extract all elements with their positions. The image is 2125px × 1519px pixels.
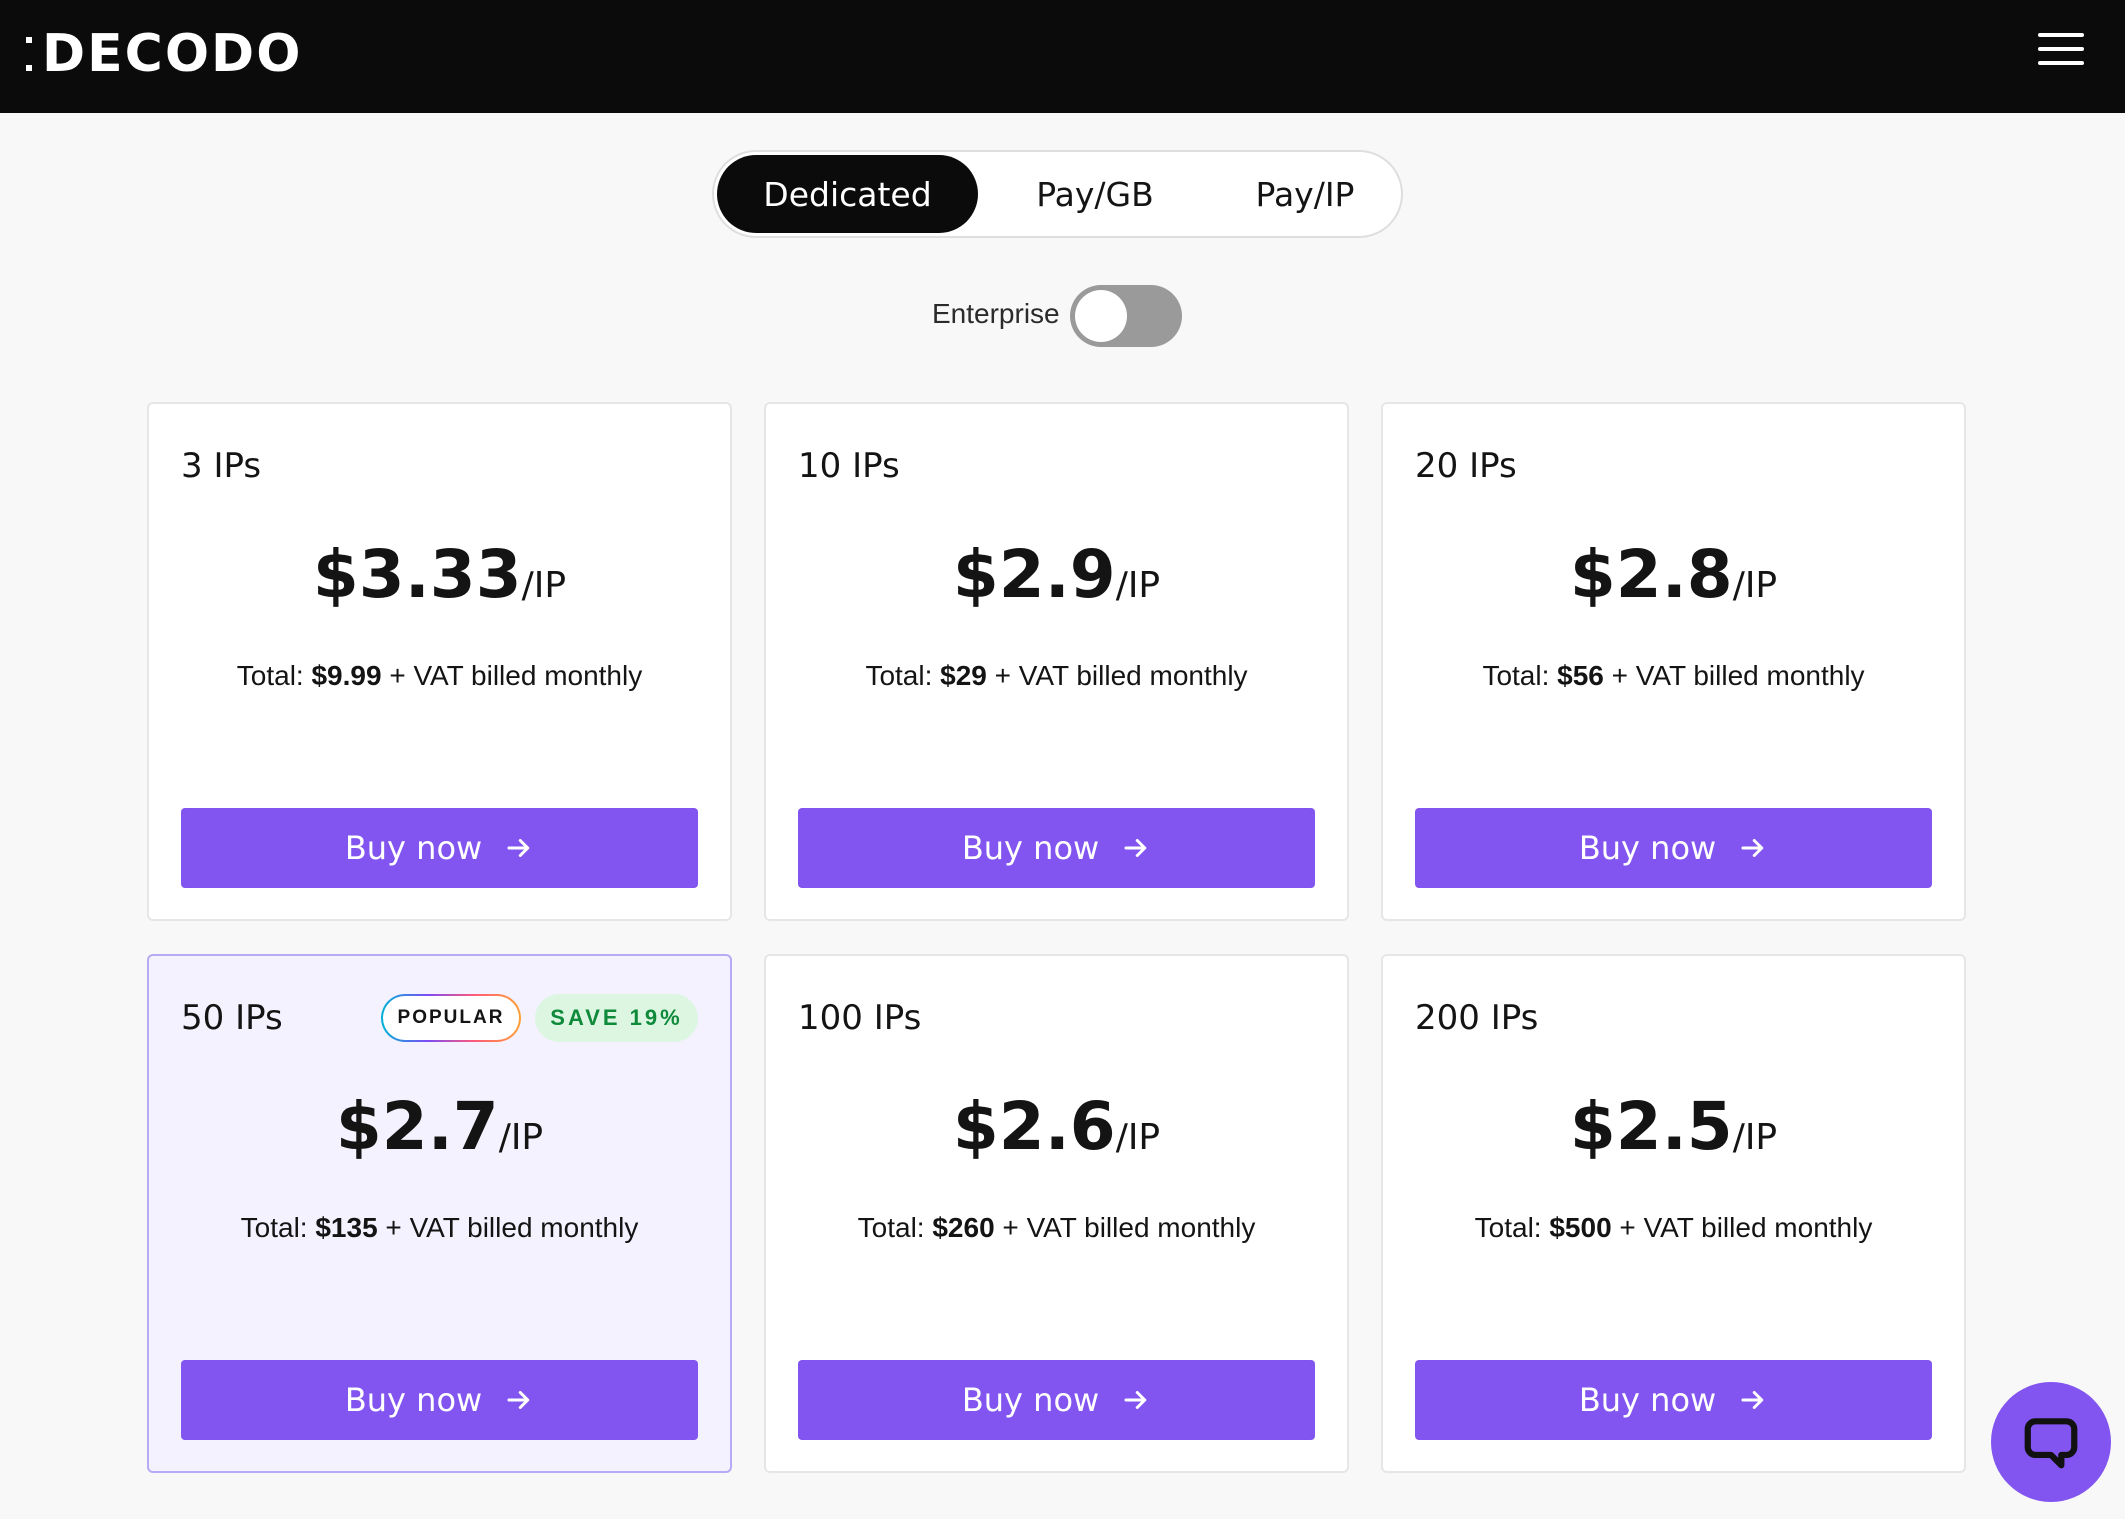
- top-navigation-bar: DECODO: [0, 0, 2125, 113]
- buy-now-label: Buy now: [344, 1381, 483, 1419]
- plan-price: $2.6/IP: [766, 1088, 1347, 1165]
- total-suffix: + VAT billed monthly: [986, 660, 1248, 691]
- total-amount: $9.99: [311, 660, 382, 691]
- price-amount: $3.33: [312, 536, 522, 613]
- price-unit: /IP: [1115, 565, 1161, 606]
- buy-now-label: Buy now: [344, 829, 483, 867]
- total-amount: $135: [315, 1212, 378, 1243]
- total-suffix: + VAT billed monthly: [994, 1212, 1256, 1243]
- total-amount: $29: [940, 660, 987, 691]
- total-suffix: + VAT billed monthly: [381, 660, 643, 691]
- buy-now-label: Buy now: [961, 829, 1100, 867]
- buy-now-button[interactable]: Buy now: [798, 808, 1315, 888]
- buy-now-button[interactable]: Buy now: [1415, 808, 1932, 888]
- tab-pay-per-ip[interactable]: Pay/IP: [1212, 155, 1398, 233]
- plan-title: 200 IPs: [1415, 998, 1539, 1038]
- price-unit: /IP: [1732, 1117, 1778, 1158]
- plan-title: 10 IPs: [798, 446, 900, 486]
- price-amount: $2.9: [952, 536, 1116, 613]
- chat-bubble-icon: [2024, 1418, 2078, 1469]
- total-amount: $56: [1557, 660, 1604, 691]
- total-suffix: + VAT billed monthly: [1611, 1212, 1873, 1243]
- plan-title: 3 IPs: [181, 446, 262, 486]
- total-amount: $260: [932, 1212, 995, 1243]
- buy-now-button[interactable]: Buy now: [181, 1360, 698, 1440]
- plan-total: Total: $135 + VAT billed monthly: [149, 1212, 730, 1244]
- buy-now-label: Buy now: [961, 1381, 1100, 1419]
- price-unit: /IP: [1732, 565, 1778, 606]
- price-unit: /IP: [498, 1117, 544, 1158]
- plan-total: Total: $56 + VAT billed monthly: [1383, 660, 1964, 692]
- logo-text: DECODO: [42, 24, 303, 84]
- buy-now-button[interactable]: Buy now: [798, 1360, 1315, 1440]
- save-badge: SAVE 19%: [535, 994, 698, 1042]
- total-prefix: Total:: [865, 660, 941, 691]
- plan-card-20-ips: 20 IPs $2.8/IP Total: $56 + VAT billed m…: [1381, 402, 1966, 921]
- buy-now-label: Buy now: [1578, 829, 1717, 867]
- toggle-knob: [1075, 290, 1127, 342]
- total-suffix: + VAT billed monthly: [1603, 660, 1865, 691]
- tab-pay-per-gb[interactable]: Pay/GB: [978, 155, 1212, 233]
- decodo-logo[interactable]: DECODO: [26, 24, 302, 84]
- arrow-right-icon: [1124, 839, 1147, 857]
- plan-title: 20 IPs: [1415, 446, 1517, 486]
- buy-now-label: Buy now: [1578, 1381, 1717, 1419]
- plan-card-10-ips: 10 IPs $2.9/IP Total: $29 + VAT billed m…: [764, 402, 1349, 921]
- arrow-right-icon: [507, 1391, 530, 1409]
- total-prefix: Total:: [857, 1212, 933, 1243]
- plan-total: Total: $29 + VAT billed monthly: [766, 660, 1347, 692]
- price-amount: $2.7: [335, 1088, 499, 1165]
- arrow-right-icon: [1741, 1391, 1764, 1409]
- pricing-type-tabs: Dedicated Pay/GB Pay/IP: [712, 150, 1403, 238]
- total-prefix: Total:: [236, 660, 312, 691]
- arrow-right-icon: [1124, 1391, 1147, 1409]
- plan-card-3-ips: 3 IPs $3.33/IP Total: $9.99 + VAT billed…: [147, 402, 732, 921]
- logo-mark-icon: [26, 31, 40, 77]
- total-prefix: Total:: [240, 1212, 316, 1243]
- popular-badge: POPULAR: [381, 994, 521, 1042]
- plan-price: $2.9/IP: [766, 536, 1347, 613]
- price-amount: $2.6: [952, 1088, 1116, 1165]
- total-prefix: Total:: [1482, 660, 1558, 691]
- plan-total: Total: $9.99 + VAT billed monthly: [149, 660, 730, 692]
- total-prefix: Total:: [1474, 1212, 1550, 1243]
- tab-dedicated[interactable]: Dedicated: [717, 155, 978, 233]
- total-suffix: + VAT billed monthly: [377, 1212, 639, 1243]
- enterprise-toggle[interactable]: [1070, 285, 1182, 347]
- arrow-right-icon: [507, 839, 530, 857]
- plan-price: $2.5/IP: [1383, 1088, 1964, 1165]
- plan-title: 100 IPs: [798, 998, 922, 1038]
- plan-price: $2.8/IP: [1383, 536, 1964, 613]
- plan-card-50-ips: 50 IPs POPULAR SAVE 19% $2.7/IP Total: $…: [147, 954, 732, 1473]
- plan-title: 50 IPs: [181, 998, 283, 1038]
- plan-card-100-ips: 100 IPs $2.6/IP Total: $260 + VAT billed…: [764, 954, 1349, 1473]
- buy-now-button[interactable]: Buy now: [181, 808, 698, 888]
- plan-card-200-ips: 200 IPs $2.5/IP Total: $500 + VAT billed…: [1381, 954, 1966, 1473]
- price-unit: /IP: [521, 565, 567, 606]
- plan-total: Total: $260 + VAT billed monthly: [766, 1212, 1347, 1244]
- plan-price: $2.7/IP: [149, 1088, 730, 1165]
- chat-button[interactable]: [1991, 1382, 2111, 1502]
- price-amount: $2.5: [1569, 1088, 1733, 1165]
- arrow-right-icon: [1741, 839, 1764, 857]
- price-unit: /IP: [1115, 1117, 1161, 1158]
- plan-price: $3.33/IP: [149, 536, 730, 613]
- enterprise-label: Enterprise: [932, 298, 1060, 329]
- total-amount: $500: [1549, 1212, 1612, 1243]
- plan-total: Total: $500 + VAT billed monthly: [1383, 1212, 1964, 1244]
- price-amount: $2.8: [1569, 536, 1733, 613]
- hamburger-menu-icon[interactable]: [2036, 30, 2086, 68]
- buy-now-button[interactable]: Buy now: [1415, 1360, 1932, 1440]
- popular-badge-label: POPULAR: [383, 996, 519, 1040]
